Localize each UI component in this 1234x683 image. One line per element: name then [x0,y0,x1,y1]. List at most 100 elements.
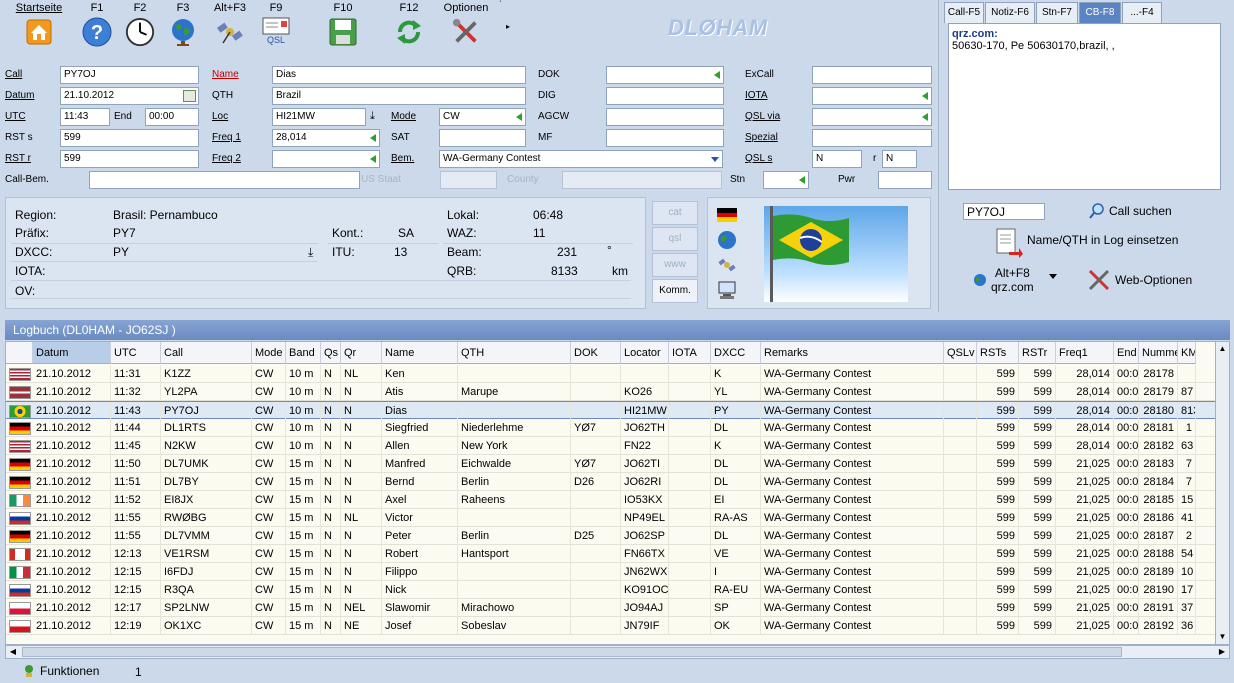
calendar-icon[interactable] [183,90,196,102]
locator-download-icon[interactable]: ⤓ [370,110,375,123]
column-header-qth[interactable]: QTH [458,342,571,364]
column-header-band[interactable]: Band [286,342,321,364]
mode-dropdown-icon[interactable] [516,113,522,121]
sat-input[interactable] [439,129,526,147]
station-input[interactable] [763,171,809,189]
vertical-scrollbar[interactable]: ▲ ▼ [1215,342,1229,644]
qrz-lookup-button[interactable]: Alt+F8 qrz.com [973,266,1057,294]
tab-notes[interactable]: Notiz-F6 [985,2,1035,23]
column-header-freq1[interactable]: Freq1 [1056,342,1114,364]
table-row[interactable]: 21.10.2012 11:50 DL7UMK CW 15 m N N Manfred Eich… [6,455,1229,473]
satellite-button[interactable]: Alt+F3 [208,2,252,47]
clock-button[interactable]: F2 [122,2,158,47]
qsl-sent-select[interactable]: N [812,150,862,168]
name-input[interactable]: Dias [272,66,526,84]
rst-received-input[interactable]: 599 [60,150,199,168]
tab-call[interactable]: Call-F5 [944,2,984,23]
table-row[interactable]: 21.10.2012 11:44 DL1RTS CW 10 m N N Siegfried Ni… [6,419,1229,437]
communication-button[interactable]: Komm. [652,279,698,303]
table-row[interactable]: 21.10.2012 11:52 EI8JX CW 15 m N N Axel Raheens I… [6,491,1229,509]
column-header-qr[interactable]: Qr [341,342,382,364]
globe-small-icon[interactable] [717,230,737,250]
horizontal-scroll-thumb[interactable] [22,647,1122,657]
table-row[interactable]: 21.10.2012 11:43 PY7OJ CW 10 m N N Dias HI21MW PY… [6,401,1229,420]
table-row[interactable]: 21.10.2012 12:15 I6FDJ CW 15 m N N Filippo JN62W… [6,563,1229,581]
agcw-input[interactable] [606,108,724,126]
date-input[interactable]: 21.10.2012 [60,87,199,105]
freq2-dropdown-icon[interactable] [370,155,376,163]
power-input[interactable] [878,171,932,189]
web-options-button[interactable]: Web-Optionen [1087,268,1192,292]
column-header-numme[interactable]: Numme [1139,342,1178,364]
column-header-datum[interactable]: Datum [33,342,111,364]
us-state-input[interactable] [440,171,497,189]
toolbar-more-icon[interactable]: ˈ [499,0,502,11]
qsl-received-select[interactable]: N [882,150,917,168]
table-row[interactable]: 21.10.2012 12:19 OK1XC CW 15 m N NE Josef Sobesl… [6,617,1229,635]
rst-sent-input[interactable]: 599 [60,129,199,147]
table-row[interactable]: 21.10.2012 11:55 RWØBG CW 15 m N NL Victor NP49E… [6,509,1229,527]
freq1-input[interactable]: 28,014 [272,129,380,147]
county-input[interactable] [562,171,722,189]
call-input[interactable]: PY7OJ [60,66,199,84]
mf-input[interactable] [606,129,724,147]
notes-textarea[interactable]: qrz.com: 50630-170, Pe 50630170,brazil, … [948,23,1221,190]
functions-button[interactable]: Funktionen [22,664,99,678]
qsl-button[interactable]: F9 QSL [258,2,294,45]
call-search-button[interactable]: Call suchen [1089,203,1172,219]
column-header-mode[interactable]: Mode [252,342,286,364]
table-row[interactable]: 21.10.2012 12:17 SP2LNW CW 15 m N NEL Slawomir M… [6,599,1229,617]
locator-input[interactable]: HI21MW [272,108,366,126]
column-header-name[interactable]: Name [382,342,458,364]
qsl-via-input[interactable] [812,108,932,126]
lookup-call-input[interactable]: PY7OJ [963,203,1045,220]
qsl-via-dropdown-icon[interactable] [922,113,928,121]
german-flag-icon[interactable] [717,208,737,222]
table-row[interactable]: 21.10.2012 11:32 YL2PA CW 10 m N N Atis Marupe KO… [6,383,1229,401]
save-button[interactable]: F10 [326,2,360,47]
freq2-input[interactable] [272,150,380,168]
dok-dropdown-icon[interactable] [714,71,720,79]
column-header-dxcc[interactable]: DXCC [711,342,761,364]
scroll-down-icon[interactable]: ▼ [1216,630,1229,644]
column-header-km[interactable]: KM [1178,342,1196,364]
table-row[interactable]: 21.10.2012 11:51 DL7BY CW 15 m N N Bernd Berlin D… [6,473,1229,491]
table-row[interactable]: 21.10.2012 11:45 N2KW CW 10 m N N Allen New York… [6,437,1229,455]
column-header-call[interactable]: Call [161,342,252,364]
tab-station[interactable]: Stn-F7 [1036,2,1078,23]
iota-input[interactable] [812,87,932,105]
column-header-end[interactable]: End [1114,342,1139,364]
dig-input[interactable] [606,87,724,105]
refresh-button[interactable]: F12 [392,2,426,47]
qth-input[interactable]: Brazil [272,87,526,105]
spezial-input[interactable] [812,129,932,147]
qsl-lookup-button[interactable]: qsl [652,227,698,251]
utc-input[interactable]: 11:43 [60,108,110,126]
excall-input[interactable] [812,66,932,84]
call-remark-input[interactable] [89,171,360,189]
column-header-utc[interactable]: UTC [111,342,161,364]
column-header-qslv[interactable]: QSLv [944,342,977,364]
column-header-iota[interactable]: IOTA [669,342,711,364]
www-button[interactable]: www [652,253,698,277]
column-header-rsts[interactable]: RSTs [977,342,1019,364]
toolbar-expand-icon[interactable]: ▸ [506,22,510,31]
tab-more[interactable]: ...-F4 [1122,2,1162,23]
scroll-up-icon[interactable]: ▲ [1216,342,1229,356]
end-input[interactable]: 00:00 [145,108,199,126]
scroll-left-icon[interactable]: ◀ [6,646,20,658]
table-row[interactable]: 21.10.2012 12:15 R3QA CW 15 m N N Nick KO91OC RA-… [6,581,1229,599]
horizontal-scrollbar[interactable]: ◀ ▶ [5,645,1230,659]
freq1-dropdown-icon[interactable] [370,134,376,142]
station-dropdown-icon[interactable] [799,176,805,184]
table-row[interactable]: 21.10.2012 11:31 K1ZZ CW 10 m N NL Ken K WA-Germa… [6,365,1229,383]
column-header-rstr[interactable]: RSTr [1019,342,1056,364]
remark-input[interactable]: WA-Germany Contest [439,150,723,168]
column-header-remarks[interactable]: Remarks [761,342,944,364]
table-row[interactable]: 21.10.2012 12:13 VE1RSM CW 15 m N N Robert Hants… [6,545,1229,563]
help-button[interactable]: F1 ? [80,2,114,47]
qrz-dropdown-icon[interactable] [1049,274,1057,279]
home-button[interactable]: Startseite [10,2,68,47]
tab-cb[interactable]: CB-F8 [1079,2,1121,23]
table-row[interactable]: 21.10.2012 11:55 DL7VMM CW 15 m N N Peter Berlin… [6,527,1229,545]
